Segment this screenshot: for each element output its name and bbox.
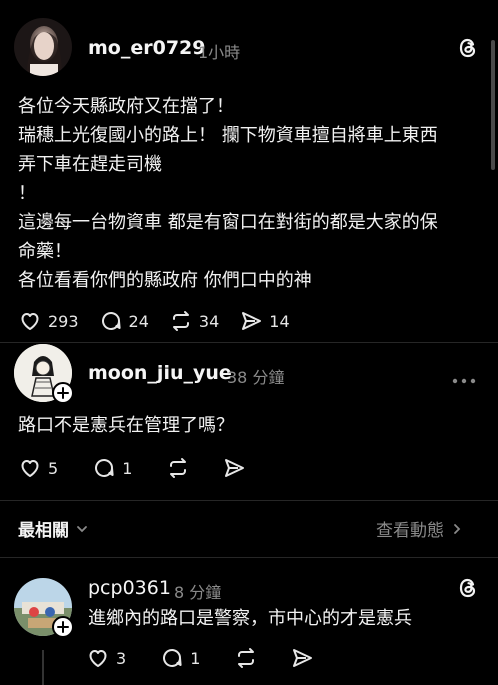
reply-actions: 5 1 bbox=[18, 456, 266, 480]
view-activity-label: 查看動態 bbox=[376, 521, 444, 541]
divider bbox=[0, 500, 498, 501]
comment-count: 1 bbox=[190, 648, 201, 668]
post-line: 瑞穗上光復國小的路上！ 攔下物資車擅自將車上東西 bbox=[18, 125, 438, 146]
post-actions: 293 24 34 14 bbox=[18, 309, 310, 333]
reply-body: 路口不是憲兵在管理了嗎？ bbox=[18, 415, 234, 436]
comment-count: 1 bbox=[122, 458, 133, 478]
share-button[interactable]: 14 bbox=[239, 309, 290, 333]
like-count: 293 bbox=[48, 311, 79, 331]
post-time: 1小時 bbox=[198, 43, 241, 62]
like-button[interactable]: 3 bbox=[86, 646, 126, 670]
repost-button[interactable] bbox=[234, 646, 258, 670]
threads-icon[interactable] bbox=[456, 576, 480, 604]
repost-button[interactable]: 34 bbox=[169, 309, 219, 333]
post-line: 各位今天縣政府又在擋了！ bbox=[18, 96, 234, 117]
share-icon bbox=[225, 459, 245, 477]
sort-label: 最相關 bbox=[18, 521, 69, 541]
reply-username[interactable]: moon_jiu_yue bbox=[88, 362, 232, 384]
plus-icon bbox=[57, 621, 69, 633]
more-icon[interactable] bbox=[452, 369, 476, 388]
post-line: 命藥！ bbox=[18, 241, 72, 262]
comment-icon bbox=[163, 649, 182, 667]
scrollbar[interactable] bbox=[491, 40, 495, 170]
post-line: 各位看看你們的縣政府 你們口中的神 bbox=[18, 270, 312, 291]
comment-button[interactable]: 1 bbox=[160, 646, 200, 670]
heart-icon bbox=[21, 460, 39, 477]
share-count: 14 bbox=[269, 311, 290, 331]
like-count: 3 bbox=[116, 648, 127, 668]
repost-count: 34 bbox=[198, 311, 220, 331]
view-activity-link[interactable]: 查看動態 bbox=[376, 516, 464, 541]
reply-body: 進鄉內的路口是警察，市中心的才是憲兵 bbox=[88, 608, 412, 629]
post-body: 各位今天縣政府又在擋了！ 瑞穗上光復國小的路上！ 攔下物資車擅自將車上東西 弄下… bbox=[18, 92, 438, 295]
comment-button[interactable]: 1 bbox=[92, 456, 132, 480]
reply-time: 38 分鐘 bbox=[227, 368, 285, 387]
post-line: 這邊每一台物資車 都是有窗口在對街的都是大家的保 bbox=[18, 212, 438, 233]
chevron-right-icon bbox=[454, 523, 461, 534]
avatar-photo bbox=[14, 18, 72, 76]
repost-button[interactable] bbox=[166, 456, 190, 480]
thread-line bbox=[42, 650, 44, 685]
avatar[interactable] bbox=[14, 18, 72, 76]
threads-icon[interactable] bbox=[456, 36, 480, 64]
heart-icon bbox=[89, 650, 107, 667]
repost-icon bbox=[170, 458, 187, 478]
like-button[interactable]: 293 bbox=[18, 309, 79, 333]
post-line: 弄下車在趕走司機 bbox=[18, 154, 162, 175]
share-button[interactable] bbox=[290, 646, 314, 670]
like-button[interactable]: 5 bbox=[18, 456, 58, 480]
comment-icon bbox=[95, 459, 114, 477]
repost-icon bbox=[238, 648, 255, 668]
post-line: ！ bbox=[18, 183, 36, 204]
like-count: 5 bbox=[48, 458, 59, 478]
follow-button[interactable] bbox=[52, 616, 74, 638]
reply-actions: 3 1 bbox=[86, 646, 334, 670]
chevron-down-icon bbox=[77, 525, 87, 532]
sort-dropdown[interactable]: 最相關 bbox=[18, 516, 89, 541]
share-icon bbox=[293, 649, 313, 667]
repost-icon bbox=[172, 311, 189, 331]
post-username[interactable]: mo_er0729 bbox=[88, 37, 206, 59]
plus-icon bbox=[57, 387, 69, 399]
follow-button[interactable] bbox=[52, 382, 74, 404]
divider bbox=[0, 342, 498, 343]
share-button[interactable] bbox=[222, 456, 246, 480]
comment-icon bbox=[101, 312, 121, 330]
comment-button[interactable]: 24 bbox=[99, 309, 149, 333]
reply-username[interactable]: pcp0361 bbox=[88, 577, 171, 599]
divider bbox=[0, 557, 498, 558]
reply-time: 8 分鐘 bbox=[174, 583, 222, 602]
share-icon bbox=[242, 312, 262, 330]
heart-icon bbox=[21, 313, 39, 330]
comment-count: 24 bbox=[128, 311, 149, 331]
